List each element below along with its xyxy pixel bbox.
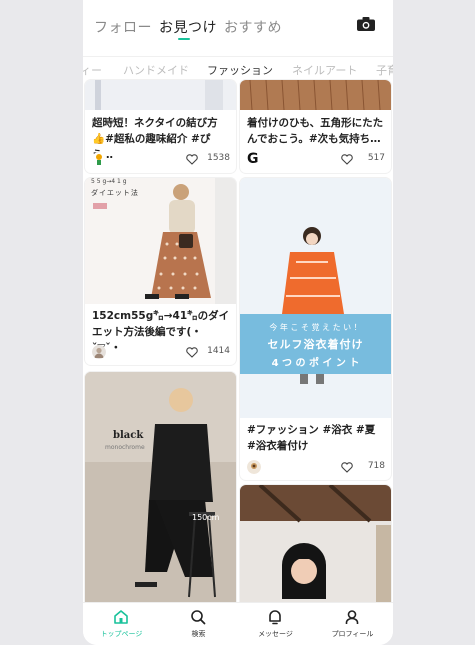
author-avatar[interactable]: G (247, 152, 261, 166)
image-overlay-text: 今 年 こ そ 覚 え た い ！ (269, 323, 362, 332)
category-tabs: ィー ハンドメイド ファッション ネイルアート 子育 (83, 56, 393, 81)
image-overlay-text: 4 つ の ポ イ ン ト (271, 358, 360, 369)
image-overlay-text: 5 5 g→4 1 g (91, 178, 127, 185)
category-tab-fashion[interactable]: ファッション (207, 62, 273, 78)
post-card[interactable]: 超時短！ネクタイの結び方👍#超私の趣味紹介 #ぴえ… 1538 (85, 80, 236, 173)
author-avatar[interactable] (92, 152, 106, 166)
post-card[interactable]: 着付けのひも、五角形にたたんでおこう。#次も気持ち… G 517 (240, 80, 391, 173)
camera-icon[interactable] (357, 17, 375, 31)
nav-home[interactable]: トップページ (83, 603, 160, 645)
top-header: フォロー お見つけ おすすめ (83, 0, 393, 52)
profile-icon (345, 610, 359, 624)
nav-search-label: 検索 (191, 630, 206, 638)
bell-icon (269, 610, 281, 625)
post-card[interactable]: 今 年 こ そ 覚 え た い ！ セルフ浴衣着付け 4 つ の ポ イ ン ト… (240, 178, 391, 480)
heart-icon[interactable] (341, 154, 353, 165)
post-card[interactable]: 5 5 g→4 1 g ダイエット法 152cm55g㌔→41㌔のダイエット方法… (85, 178, 236, 365)
nav-profile[interactable]: プロフィール (314, 603, 391, 645)
category-tab-kids[interactable]: 子育 (376, 62, 393, 78)
search-icon (191, 610, 206, 625)
post-footer: G 517 (247, 152, 385, 168)
home-icon (114, 610, 128, 624)
post-image (240, 80, 391, 110)
post-footer: 1414 (92, 345, 230, 361)
category-tab-handmade[interactable]: ハンドメイド (123, 62, 189, 78)
like-count: 517 (367, 153, 385, 163)
image-overlay-text: monochrome (105, 444, 145, 451)
post-image (85, 372, 236, 612)
author-avatar[interactable] (247, 460, 261, 474)
nav-messages[interactable]: メッセージ (237, 603, 314, 645)
author-avatar[interactable] (92, 345, 106, 359)
nav-profile-label: プロフィール (331, 630, 374, 638)
post-image (85, 80, 236, 110)
image-overlay-text: ダイエット法 (91, 189, 139, 197)
nav-messages-label: メッセージ (258, 630, 293, 638)
nav-home-label: トップページ (100, 630, 143, 638)
active-tab-indicator (178, 38, 190, 40)
category-tab-nail-art[interactable]: ネイルアート (292, 62, 357, 78)
post-title: #ファッション #浴衣 #夏 #浴衣着付け (247, 424, 376, 452)
tab-follow[interactable]: フォロー (94, 17, 152, 37)
like-count: 1414 (207, 346, 230, 356)
heart-icon[interactable] (186, 347, 198, 358)
tab-discover[interactable]: お見つけ (159, 17, 217, 37)
post-footer: 718 (247, 460, 385, 476)
post-card[interactable]: black monochrome 150cm (85, 372, 236, 612)
image-overlay-text: black (113, 430, 144, 441)
image-overlay-text: セルフ浴衣着付け (267, 338, 364, 351)
post-image (240, 178, 391, 418)
heart-icon[interactable] (186, 154, 198, 165)
bottom-navigation: トップページ 検索 メッセージ プロフィール (83, 602, 393, 645)
like-count: 1538 (207, 153, 230, 163)
app-screen: フォロー お見つけ おすすめ ィー ハンドメイド ファッション ネイルアート 子… (83, 0, 393, 645)
category-tab[interactable]: ィー (83, 62, 102, 78)
post-footer: 1538 (92, 152, 230, 168)
post-title: 着付けのひも、五角形にたたんでおこう。#次も気持ち… (247, 117, 384, 145)
nav-search[interactable]: 検索 (160, 603, 237, 645)
image-overlay-text: 150cm (192, 513, 220, 522)
like-count: 718 (367, 461, 385, 471)
tab-recommended[interactable]: おすすめ (224, 17, 282, 37)
heart-icon[interactable] (341, 462, 353, 473)
